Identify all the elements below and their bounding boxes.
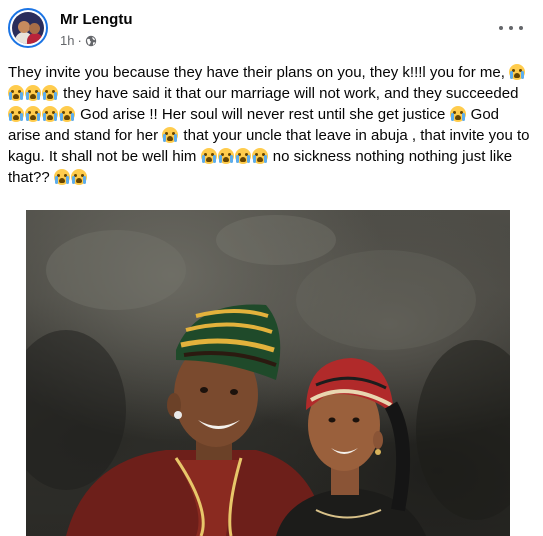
- author-name[interactable]: Mr Lengtu: [60, 11, 133, 28]
- loudly-crying-face-icon: [8, 85, 24, 101]
- meta-separator: ·: [77, 33, 82, 48]
- loudly-crying-face-icon: [42, 106, 58, 122]
- loudly-crying-face-icon: [8, 106, 24, 122]
- loudly-crying-face-icon: [42, 85, 58, 101]
- loudly-crying-face-icon: [59, 106, 75, 122]
- post-text-segment: They invite you because they have their …: [8, 64, 510, 81]
- loudly-crying-face-icon: [70, 169, 87, 185]
- loudly-crying-face-icon: [449, 106, 466, 122]
- loudly-crying-face-icon: [234, 148, 251, 164]
- loudly-crying-face-icon: [509, 64, 526, 80]
- post-text-segment: God arise !! Her soul will never rest un…: [76, 106, 450, 123]
- loudly-crying-face-icon: [25, 106, 41, 122]
- loudly-crying-face-icon: [217, 148, 234, 164]
- loudly-crying-face-icon: [200, 148, 217, 164]
- loudly-crying-face-icon: [162, 127, 179, 143]
- loudly-crying-face-icon: [53, 169, 70, 185]
- more-options-icon[interactable]: [499, 20, 523, 36]
- facebook-post: Mr Lengtu 1h · They invite you because t…: [0, 0, 543, 536]
- post-text: They invite you because they have their …: [8, 62, 535, 188]
- loudly-crying-face-icon: [25, 85, 41, 101]
- post-text-segment: they have said it that our marriage will…: [59, 85, 519, 102]
- globe-icon[interactable]: [85, 35, 97, 47]
- couple-portrait-photo[interactable]: [26, 210, 510, 536]
- post-header: Mr Lengtu 1h ·: [8, 8, 535, 56]
- author-avatar[interactable]: [8, 8, 48, 48]
- post-meta: 1h ·: [60, 33, 97, 48]
- post-time[interactable]: 1h: [60, 33, 74, 48]
- loudly-crying-face-icon: [251, 148, 268, 164]
